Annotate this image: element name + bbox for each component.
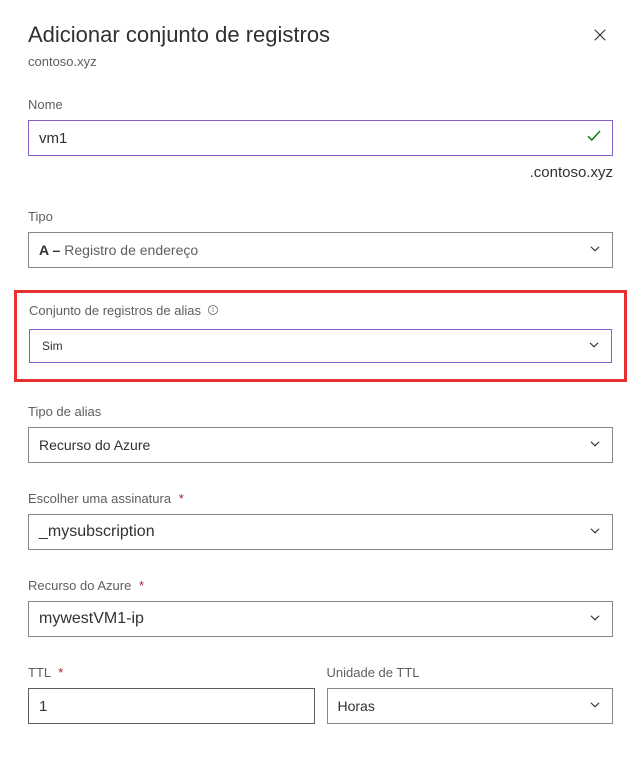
domain-suffix: .contoso.xyz (28, 164, 613, 181)
ttl-unit-field-group: Unidade de TTL Horas (327, 665, 614, 724)
subscription-label: Escolher uma assinatura * (28, 491, 613, 506)
name-field-group: Nome .contoso.xyz (28, 97, 613, 181)
required-indicator: * (179, 491, 184, 506)
name-input[interactable] (28, 120, 613, 156)
ttl-row: TTL * Unidade de TTL Horas (28, 665, 613, 724)
info-icon (207, 304, 219, 319)
alias-recordset-label-text: Conjunto de registros de alias (29, 303, 201, 318)
type-select[interactable]: A – Registro de endereço (28, 232, 613, 268)
subscription-field-group: Escolher uma assinatura * _mysubscriptio… (28, 491, 613, 550)
page-title: Adicionar conjunto de registros (28, 22, 330, 48)
ttl-label: TTL * (28, 665, 315, 680)
subscription-value: _mysubscription (39, 523, 155, 541)
type-label: Tipo (28, 209, 613, 224)
chevron-down-icon (587, 338, 601, 355)
alias-type-field-group: Tipo de alias Recurso do Azure (28, 404, 613, 463)
ttl-field-group: TTL * (28, 665, 315, 724)
alias-type-value: Recurso do Azure (39, 437, 150, 453)
ttl-unit-value: Horas (338, 698, 375, 714)
alias-type-select[interactable]: Recurso do Azure (28, 427, 613, 463)
type-prefix: A – (39, 242, 60, 258)
alias-recordset-value: Sim (42, 339, 63, 353)
azure-resource-value: mywestVM1-ip (39, 610, 144, 628)
ttl-input[interactable] (28, 688, 315, 724)
azure-resource-label: Recurso do Azure * (28, 578, 613, 593)
azure-resource-label-text: Recurso do Azure (28, 578, 131, 593)
name-label: Nome (28, 97, 613, 112)
chevron-down-icon (588, 698, 602, 715)
type-field-group: Tipo A – Registro de endereço (28, 209, 613, 268)
alias-type-label: Tipo de alias (28, 404, 613, 419)
alias-recordset-label: Conjunto de registros de alias (29, 303, 612, 319)
ttl-unit-select[interactable]: Horas (327, 688, 614, 724)
azure-resource-field-group: Recurso do Azure * mywestVM1-ip (28, 578, 613, 637)
panel-header: Adicionar conjunto de registros (28, 22, 613, 48)
zone-name: contoso.xyz (28, 54, 613, 69)
chevron-down-icon (588, 611, 602, 628)
alias-recordset-highlight: Conjunto de registros de alias Sim (14, 290, 627, 382)
required-indicator: * (139, 578, 144, 593)
azure-resource-select[interactable]: mywestVM1-ip (28, 601, 613, 637)
name-input-wrapper (28, 120, 613, 156)
close-icon (591, 26, 609, 44)
close-button[interactable] (587, 22, 613, 48)
ttl-label-text: TTL (28, 665, 51, 680)
subscription-select[interactable]: _mysubscription (28, 514, 613, 550)
subscription-label-text: Escolher uma assinatura (28, 491, 171, 506)
chevron-down-icon (588, 242, 602, 259)
ttl-unit-label: Unidade de TTL (327, 665, 614, 680)
type-value: Registro de endereço (64, 242, 198, 258)
chevron-down-icon (588, 437, 602, 454)
required-indicator: * (58, 665, 63, 680)
checkmark-icon (585, 127, 603, 150)
alias-recordset-select[interactable]: Sim (29, 329, 612, 363)
chevron-down-icon (588, 524, 602, 541)
